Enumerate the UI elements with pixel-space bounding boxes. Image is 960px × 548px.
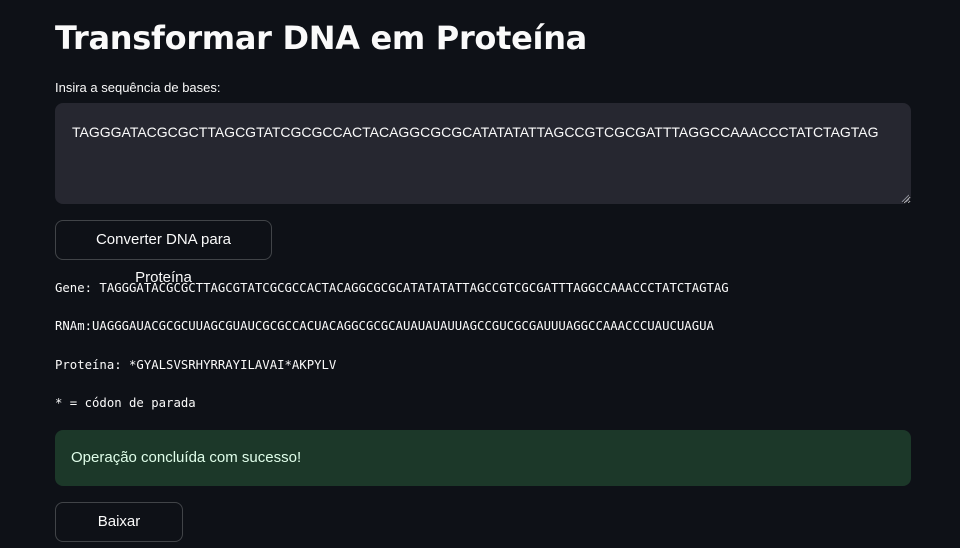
resize-grip-icon[interactable]: [901, 194, 909, 202]
sequence-textarea[interactable]: TAGGGATACGCGCTTAGCGTATCGCGCCACTACAGGCGCG…: [55, 103, 911, 204]
convert-button[interactable]: Converter DNA para Proteína: [55, 220, 272, 286]
success-alert: Operação concluída com sucesso!: [55, 430, 911, 486]
stop-codon-note: * = códon de parada: [55, 396, 196, 410]
rna-output: RNAm:UAGGGAUACGCGCUUAGCGUAUCGCGCCACUACAG…: [55, 319, 714, 333]
success-alert-message: Operação concluída com sucesso!: [71, 449, 302, 466]
main-container: Transformar DNA em Proteína Insira a seq…: [0, 0, 960, 548]
download-protein-button[interactable]: Baixar Proteína: [55, 502, 183, 542]
sequence-input-label: Insira a sequência de bases:: [55, 80, 221, 95]
page-title: Transformar DNA em Proteína: [55, 19, 587, 57]
protein-output: Proteína: *GYALSVSRHYRRAYILAVAI*AKPYLV: [55, 358, 337, 372]
gene-output: Gene: TAGGGATACGCGCTTAGCGTATCGCGCCACTACA…: [55, 281, 729, 295]
